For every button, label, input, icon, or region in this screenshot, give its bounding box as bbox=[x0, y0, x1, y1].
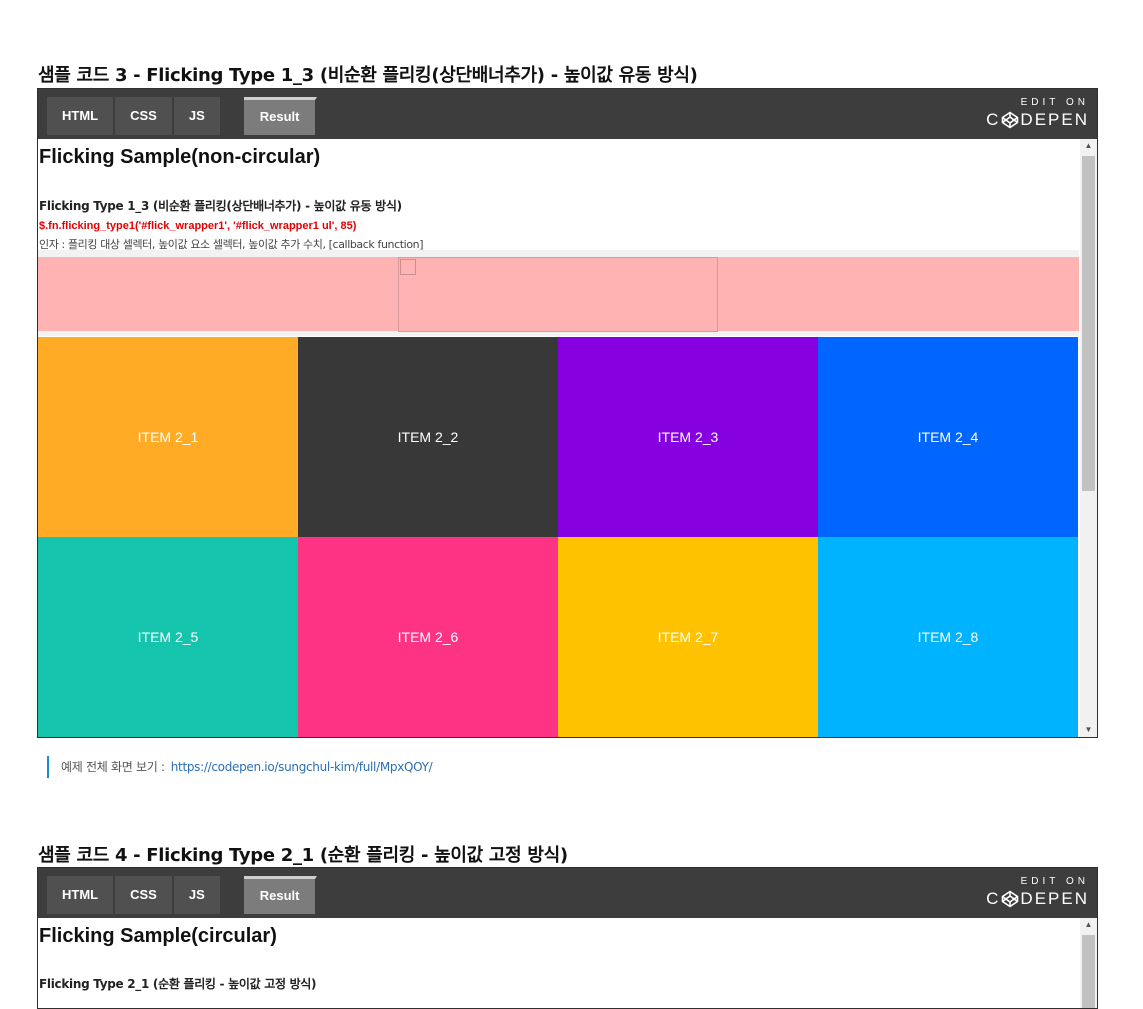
codepen-tabs: HTML CSS JS Result bbox=[47, 97, 318, 135]
codepen-wordmark-left: C bbox=[986, 889, 1001, 908]
flick-item[interactable]: ITEM 2_7 bbox=[558, 537, 818, 737]
codepen-wordmark-right: DEPEN bbox=[1020, 889, 1089, 908]
edit-on-text: EDIT ON bbox=[1020, 97, 1089, 108]
sample-heading: Flicking Sample(non-circular) bbox=[39, 146, 321, 168]
example-link-label: 예제 전체 화면 보기 : bbox=[61, 760, 165, 774]
scroll-up-arrow-icon[interactable]: ▲ bbox=[1080, 139, 1097, 153]
flick-item[interactable]: ITEM 2_2 bbox=[298, 337, 558, 537]
top-banner[interactable] bbox=[38, 257, 1079, 332]
tab-css[interactable]: CSS bbox=[115, 876, 174, 914]
tab-html[interactable]: HTML bbox=[47, 876, 116, 914]
scrollbar[interactable]: ▲ ▼ bbox=[1080, 139, 1097, 737]
sample-subtitle: Flicking Type 2_1 (순환 플리킹 - 높이값 고정 방식) bbox=[39, 977, 317, 991]
section-4-title: 샘플 코드 4 - Flicking Type 2_1 (순환 플리킹 - 높이… bbox=[38, 845, 568, 866]
example-link-url[interactable]: https://codepen.io/sungchul-kim/full/Mpx… bbox=[171, 760, 433, 774]
flick-item[interactable]: ITEM 2_4 bbox=[818, 337, 1078, 537]
codepen-embed-3: HTML CSS JS Result EDIT ON C DEPEN Flick… bbox=[37, 88, 1098, 738]
result-frame: Flicking Sample(non-circular) Flicking T… bbox=[38, 139, 1097, 737]
tab-result[interactable]: Result bbox=[243, 876, 318, 914]
scroll-thumb[interactable] bbox=[1082, 156, 1095, 491]
tab-result[interactable]: Result bbox=[243, 97, 318, 135]
codepen-tabs: HTML CSS JS Result bbox=[47, 876, 318, 914]
banner-slide bbox=[398, 257, 718, 332]
scroll-thumb[interactable] bbox=[1082, 935, 1095, 1008]
result-frame: Flicking Sample(circular) Flicking Type … bbox=[38, 918, 1097, 1008]
codepen-wordmark: C DEPEN bbox=[986, 888, 1089, 910]
tab-js[interactable]: JS bbox=[173, 876, 222, 914]
codepen-logo-icon bbox=[1002, 111, 1019, 129]
example-fullscreen-link-row: 예제 전체 화면 보기 : https://codepen.io/sungchul… bbox=[47, 756, 433, 778]
edit-on-text: EDIT ON bbox=[1020, 876, 1089, 887]
tab-js[interactable]: JS bbox=[173, 97, 222, 135]
flick-item-grid[interactable]: ITEM 2_1 ITEM 2_2 ITEM 2_3 ITEM 2_4 ITEM 2_5… bbox=[38, 337, 1078, 737]
scroll-down-arrow-icon[interactable]: ▼ bbox=[1080, 723, 1097, 737]
codepen-toolbar: HTML CSS JS Result EDIT ON C DEPEN bbox=[38, 89, 1097, 139]
scrollbar[interactable]: ▲ bbox=[1080, 918, 1097, 1008]
flick-item[interactable]: ITEM 2_3 bbox=[558, 337, 818, 537]
edit-on-codepen-link[interactable]: EDIT ON C DEPEN bbox=[986, 876, 1089, 910]
codepen-embed-4: HTML CSS JS Result EDIT ON C DEPEN Flick… bbox=[37, 867, 1098, 1009]
codepen-toolbar: HTML CSS JS Result EDIT ON C DEPEN bbox=[38, 868, 1097, 918]
flick-item[interactable]: ITEM 2_6 bbox=[298, 537, 558, 737]
scroll-up-arrow-icon[interactable]: ▲ bbox=[1080, 918, 1097, 932]
flick-item[interactable]: ITEM 2_5 bbox=[38, 537, 298, 737]
codepen-wordmark-left: C bbox=[986, 110, 1001, 129]
codepen-wordmark: C DEPEN bbox=[986, 109, 1089, 131]
codepen-logo-icon bbox=[1002, 890, 1019, 908]
edit-on-codepen-link[interactable]: EDIT ON C DEPEN bbox=[986, 97, 1089, 131]
tab-css[interactable]: CSS bbox=[115, 97, 174, 135]
code-snippet: $.fn.flicking_type1('#flick_wrapper1', '… bbox=[39, 220, 357, 232]
sample-heading: Flicking Sample(circular) bbox=[39, 925, 277, 947]
banner-image-placeholder-icon bbox=[400, 259, 416, 275]
flick-item[interactable]: ITEM 2_1 bbox=[38, 337, 298, 537]
codepen-wordmark-right: DEPEN bbox=[1020, 110, 1089, 129]
section-3-title: 샘플 코드 3 - Flicking Type 1_3 (비순환 플리킹(상단배… bbox=[38, 65, 698, 86]
flick-item[interactable]: ITEM 2_8 bbox=[818, 537, 1078, 737]
tab-html[interactable]: HTML bbox=[47, 97, 116, 135]
sample-subtitle: Flicking Type 1_3 (비순환 플리킹(상단배너추가) - 높이값… bbox=[39, 199, 402, 213]
